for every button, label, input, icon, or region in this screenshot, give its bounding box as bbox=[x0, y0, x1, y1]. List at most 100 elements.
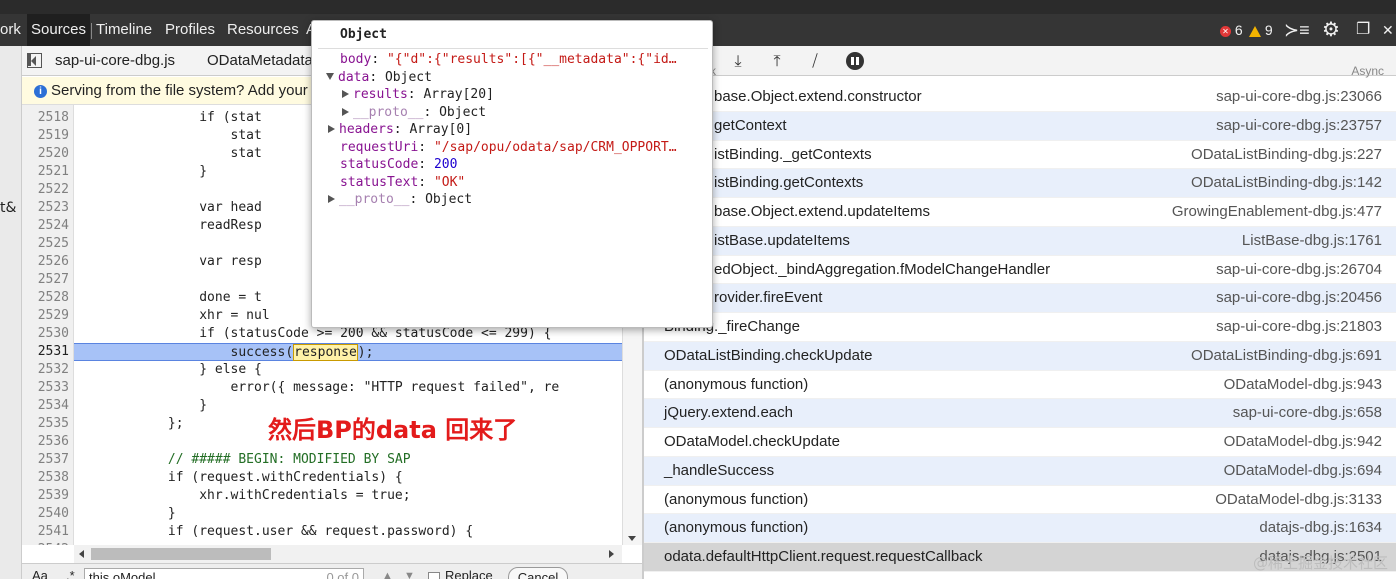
line-number[interactable]: 2525 bbox=[38, 235, 69, 253]
tab-profiles[interactable]: Profiles bbox=[165, 14, 215, 46]
frame-location[interactable]: sap-ui-core-dbg.js:26704 bbox=[1216, 256, 1382, 285]
line-number[interactable]: 2523 bbox=[38, 199, 69, 217]
prop-requestUri[interactable]: requestUri: "/sap/opu/odata/sap/CRM_OPPO… bbox=[340, 139, 677, 157]
cancel-button[interactable]: Cancel bbox=[508, 567, 568, 579]
callstack-frame[interactable]: (anonymous function) ODataModel-dbg.js:9… bbox=[644, 371, 1396, 400]
frame-location[interactable]: ODataModel-dbg.js:3133 bbox=[1215, 486, 1382, 515]
hovered-variable[interactable]: response bbox=[293, 344, 358, 361]
gear-icon[interactable]: ⚙ bbox=[1322, 14, 1340, 46]
close-icon[interactable]: ✕ bbox=[1382, 14, 1394, 46]
expanded-triangle-icon[interactable] bbox=[326, 72, 334, 80]
line-number[interactable]: 2538 bbox=[38, 469, 69, 487]
dock-icon[interactable]: ❐ bbox=[1356, 14, 1370, 46]
frame-location[interactable]: GrowingEnablement-dbg.js:477 bbox=[1172, 198, 1382, 227]
line-number[interactable]: 2521 bbox=[38, 163, 69, 181]
prop-statusText[interactable]: statusText: "OK" bbox=[340, 174, 465, 192]
tab-sources[interactable]: Sources bbox=[27, 14, 91, 46]
line-number[interactable]: 2530 bbox=[38, 325, 69, 343]
tab-network[interactable]: ork bbox=[0, 14, 21, 46]
line-number[interactable]: 2520 bbox=[38, 145, 69, 163]
line-number[interactable]: 2541 bbox=[38, 523, 69, 541]
line-number[interactable]: 2539 bbox=[38, 487, 69, 505]
frame-location[interactable]: ODataListBinding-dbg.js:227 bbox=[1191, 141, 1382, 170]
search-input[interactable]: this.oModel 0 of 0 bbox=[84, 568, 364, 579]
line-number[interactable]: 2524 bbox=[38, 217, 69, 235]
line-number-current[interactable]: 2531 bbox=[38, 343, 69, 361]
collapsed-triangle-icon[interactable] bbox=[342, 90, 349, 98]
prop-headers[interactable]: headers: Array[0] bbox=[328, 121, 472, 139]
line-number[interactable]: 2532 bbox=[38, 361, 69, 379]
toggle-navigator-icon[interactable] bbox=[27, 53, 42, 68]
callstack-frame[interactable]: istBinding.getContexts ODataListBinding-… bbox=[644, 169, 1396, 198]
search-prev-icon[interactable]: ▲ bbox=[382, 570, 396, 579]
line-number[interactable]: 2518 bbox=[38, 109, 69, 127]
frame-location[interactable]: datajs-dbg.js:1634 bbox=[1259, 514, 1382, 543]
line-number[interactable]: 2527 bbox=[38, 271, 69, 289]
callstack-frame[interactable]: base.Object.extend.constructor sap-ui-co… bbox=[644, 83, 1396, 112]
callstack-frame[interactable]: ODataListBinding.checkUpdate ODataListBi… bbox=[644, 341, 1396, 371]
frame-location[interactable]: sap-ui-core-dbg.js:23066 bbox=[1216, 83, 1382, 112]
prop-proto[interactable]: __proto__: Object bbox=[328, 191, 472, 209]
frame-location[interactable]: ListBase-dbg.js:1761 bbox=[1242, 227, 1382, 256]
callstack-frame[interactable]: Binding._fireChange sap-ui-core-dbg.js:2… bbox=[644, 313, 1396, 342]
callstack-frame[interactable]: getContext sap-ui-core-dbg.js:23757 bbox=[644, 111, 1396, 141]
line-number[interactable]: 2535 bbox=[38, 415, 69, 433]
scroll-left-icon[interactable] bbox=[79, 550, 84, 558]
callstack-frame[interactable]: istBinding._getContexts ODataListBinding… bbox=[644, 141, 1396, 170]
callstack-frame[interactable]: jQuery.extend.each sap-ui-core-dbg.js:65… bbox=[644, 399, 1396, 428]
frame-location[interactable]: sap-ui-core-dbg.js:21803 bbox=[1216, 313, 1382, 342]
file-tab-sap-ui-core[interactable]: sap-ui-core-dbg.js bbox=[55, 52, 175, 69]
line-number[interactable]: 2533 bbox=[38, 379, 69, 397]
prop-results[interactable]: results: Array[20] bbox=[342, 86, 494, 104]
line-number-gutter[interactable]: 2518 2519 2520 2521 2522 2523 2524 2525 … bbox=[22, 105, 74, 545]
tab-separator bbox=[91, 23, 92, 39]
line-number[interactable]: 2540 bbox=[38, 505, 69, 523]
frame-location[interactable]: ODataListBinding-dbg.js:691 bbox=[1191, 342, 1382, 371]
callstack-frame[interactable]: edObject._bindAggregation.fModelChangeHa… bbox=[644, 256, 1396, 285]
frame-location[interactable]: sap-ui-core-dbg.js:20456 bbox=[1216, 284, 1382, 313]
frame-location[interactable]: sap-ui-core-dbg.js:658 bbox=[1233, 399, 1382, 428]
console-drawer-icon[interactable]: ≻≡ bbox=[1284, 14, 1310, 46]
regex-toggle[interactable]: .* bbox=[66, 568, 75, 579]
scroll-right-icon[interactable] bbox=[609, 550, 614, 558]
frame-location[interactable]: ODataModel-dbg.js:943 bbox=[1224, 371, 1382, 400]
callstack-frame[interactable]: rovider.fireEvent sap-ui-core-dbg.js:204… bbox=[644, 284, 1396, 313]
prop-statusCode[interactable]: statusCode: 200 bbox=[340, 156, 457, 174]
line-number[interactable]: 2537 bbox=[38, 451, 69, 469]
callstack-frame[interactable]: (anonymous function) datajs-dbg.js:1634 bbox=[644, 514, 1396, 543]
scroll-down-icon[interactable] bbox=[628, 536, 636, 541]
match-case-toggle[interactable]: Aa bbox=[32, 568, 48, 579]
callstack-frame[interactable]: _handleSuccess ODataModel-dbg.js:694 bbox=[644, 456, 1396, 486]
tab-resources[interactable]: Resources bbox=[227, 14, 299, 46]
search-next-icon[interactable]: ▼ bbox=[404, 570, 418, 579]
scrollbar-thumb[interactable] bbox=[91, 548, 271, 560]
line-number[interactable]: 2528 bbox=[38, 289, 69, 307]
line-number[interactable]: 2526 bbox=[38, 253, 69, 271]
warning-counter[interactable]: 9 bbox=[1249, 14, 1273, 46]
collapsed-triangle-icon[interactable] bbox=[342, 107, 349, 116]
tab-timeline[interactable]: Timeline bbox=[96, 14, 152, 46]
line-number[interactable]: 2519 bbox=[38, 127, 69, 145]
collapsed-triangle-icon[interactable] bbox=[328, 195, 335, 203]
line-number[interactable]: 2542 bbox=[38, 541, 69, 545]
callstack-frame[interactable]: (anonymous function) ODataModel-dbg.js:3… bbox=[644, 486, 1396, 515]
callstack-frame[interactable]: base.Object.extend.updateItems GrowingEn… bbox=[644, 198, 1396, 227]
frame-location[interactable]: sap-ui-core-dbg.js:23757 bbox=[1216, 112, 1382, 141]
editor-horizontal-scrollbar[interactable] bbox=[74, 545, 622, 563]
frame-location[interactable]: ODataListBinding-dbg.js:142 bbox=[1191, 169, 1382, 198]
line-number[interactable]: 2536 bbox=[38, 433, 69, 451]
line-number[interactable]: 2522 bbox=[38, 181, 69, 199]
prop-proto[interactable]: __proto__: Object bbox=[342, 104, 486, 122]
callstack-frame[interactable]: istBase.updateItems ListBase-dbg.js:1761 bbox=[644, 226, 1396, 256]
replace-checkbox[interactable] bbox=[428, 572, 440, 579]
frame-location[interactable]: ODataModel-dbg.js:942 bbox=[1224, 428, 1382, 457]
file-tab-odatametadata[interactable]: ODataMetadata bbox=[207, 52, 313, 69]
line-number[interactable]: 2529 bbox=[38, 307, 69, 325]
collapsed-triangle-icon[interactable] bbox=[328, 125, 335, 133]
error-counter[interactable]: ✕ 6 bbox=[1220, 14, 1243, 46]
callstack-frame[interactable]: ODataModel.checkUpdate ODataModel-dbg.js… bbox=[644, 428, 1396, 457]
line-number[interactable]: 2534 bbox=[38, 397, 69, 415]
prop-body[interactable]: body: "{"d":{"results":[{"__metadata":{"… bbox=[340, 51, 677, 69]
frame-location[interactable]: ODataModel-dbg.js:694 bbox=[1224, 457, 1382, 486]
prop-data[interactable]: data: Object bbox=[326, 69, 432, 87]
